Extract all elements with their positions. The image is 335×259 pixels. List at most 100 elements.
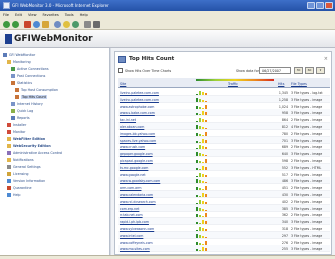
site-link[interactable]: spaces.live.yahoo.com xyxy=(120,139,156,143)
file-types[interactable]: 3 File types - image xyxy=(291,105,322,109)
site-link[interactable]: liveinc.paletee.com.com xyxy=(120,98,159,102)
file-types[interactable]: 2 File types - image xyxy=(291,200,322,204)
site-link[interactable]: www.intel.com xyxy=(120,234,143,238)
file-types[interactable]: 2 File types - image xyxy=(291,118,322,122)
tree-item-general-settings[interactable]: General Settings xyxy=(7,164,41,170)
file-types[interactable]: 2 File types - image xyxy=(291,241,322,245)
home-icon[interactable] xyxy=(42,21,49,28)
tree-item-past-connections[interactable]: Past Connections xyxy=(11,73,45,79)
menu-file[interactable]: File xyxy=(3,13,9,17)
close-icon[interactable]: × xyxy=(324,56,328,62)
file-types[interactable]: 2 File types - image xyxy=(291,145,322,149)
site-link[interactable]: images.bb.yahoo.com xyxy=(120,132,155,136)
minimize-button[interactable] xyxy=(307,2,315,9)
site-link[interactable]: www.calendaria.com xyxy=(120,193,153,197)
file-types[interactable]: 2 File types - image xyxy=(291,159,322,163)
tree-item-websecurity-edition[interactable]: WebSecurity Edition xyxy=(7,143,51,149)
column-site[interactable]: Site xyxy=(120,82,126,86)
tree-item-top-hits-count[interactable]: Top Hits Count xyxy=(15,94,47,100)
tree-item-licensing[interactable]: Licensing xyxy=(7,171,29,177)
tree-item-quarantine[interactable]: Quarantine xyxy=(7,185,32,191)
file-types[interactable]: 3 File types - image xyxy=(291,207,322,211)
back-icon[interactable] xyxy=(3,21,10,28)
file-types[interactable]: 3 File types - image xyxy=(291,152,322,156)
column-file-types[interactable]: File Types xyxy=(291,82,307,86)
file-types[interactable]: 3 File types - image xyxy=(291,179,322,183)
site-link[interactable]: rr.tab.net.com xyxy=(120,213,143,217)
file-types[interactable]: 3 File types - HTML xyxy=(291,166,321,170)
site-link[interactable]: www.s.babe.com.com xyxy=(120,111,155,115)
print-icon[interactable] xyxy=(93,21,100,28)
file-types[interactable]: 2 File types - image xyxy=(291,213,322,217)
tree-item-version-information[interactable]: Version Information xyxy=(7,178,45,184)
column-traffic[interactable]: Traffic xyxy=(228,82,238,86)
close-button[interactable] xyxy=(325,2,333,9)
range-60-button[interactable]: 60 xyxy=(305,67,314,74)
site-link[interactable]: tac.ini.net xyxy=(120,118,136,122)
site-link[interactable]: www.google.net xyxy=(120,173,146,177)
stop-icon[interactable] xyxy=(24,21,31,28)
tree-item-monitoring[interactable]: Monitoring xyxy=(7,59,31,65)
date-field[interactable]: 06/27/2007 xyxy=(259,67,291,74)
menu-edit[interactable]: Edit xyxy=(15,13,22,17)
file-types[interactable]: 3 File types - image xyxy=(291,111,322,115)
site-link[interactable]: rapid.i.ph.ipb.com xyxy=(120,220,149,224)
site-link[interactable]: www.mo.sites.com xyxy=(120,247,150,251)
menu-tools[interactable]: Tools xyxy=(65,13,74,17)
maximize-button[interactable] xyxy=(316,2,324,9)
mail-icon[interactable] xyxy=(84,21,91,28)
site-link[interactable]: tv.mc.google.com xyxy=(120,166,148,170)
site-link[interactable]: arm.com.arm xyxy=(120,186,141,190)
site-link[interactable]: www.coffeyneis.com xyxy=(120,241,153,245)
file-types[interactable]: 2 File types - image xyxy=(291,173,322,177)
file-types[interactable]: 3 File types - image xyxy=(291,234,322,238)
menu-view[interactable]: View xyxy=(28,13,37,17)
site-link[interactable]: www.astrophobe.com xyxy=(120,105,154,109)
tree-item-notifications[interactable]: Notifications xyxy=(7,157,34,163)
tree-item-internet-history[interactable]: Internet History xyxy=(11,101,43,107)
file-types[interactable]: 3 File types - image xyxy=(291,139,322,143)
tree-item-statistics[interactable]: Statistics xyxy=(11,80,32,86)
file-types[interactable]: 2 File types - image xyxy=(291,227,322,231)
table-row[interactable]: www.mo.sites.com 255 3 File types - image xyxy=(118,245,330,253)
show-charts-checkbox[interactable] xyxy=(118,68,123,73)
file-types[interactable]: 3 File types - image xyxy=(291,98,322,102)
tree-item-reports[interactable]: Reports xyxy=(11,115,30,121)
site-link[interactable]: www.rcl.dcsearch.com xyxy=(120,200,156,204)
tree-item-top-host-consumption[interactable]: Top Host Consumption xyxy=(15,87,58,93)
tree-item-administrative-access-control[interactable]: Administrative Access Control xyxy=(7,150,62,156)
favorites-icon[interactable] xyxy=(63,21,70,28)
site-link[interactable]: picapaci.google.com xyxy=(120,159,153,163)
file-types[interactable]: 3 File types - image xyxy=(291,193,322,197)
site-link[interactable]: liveinc.paletee.com.com xyxy=(120,91,159,95)
forward-icon[interactable] xyxy=(12,21,19,28)
file-types[interactable]: 3 File types - image xyxy=(291,220,322,224)
file-types[interactable]: 3 File types - log.txt xyxy=(291,91,323,95)
site-link[interactable]: gepaper.google.com xyxy=(120,152,153,156)
tree-item-help[interactable]: Help xyxy=(7,192,21,198)
traffic-dots xyxy=(212,194,274,195)
tree-item-monitor[interactable]: Monitor xyxy=(7,129,26,135)
refresh-icon[interactable] xyxy=(33,21,40,28)
tree-item-root[interactable]: GFI WebMonitor xyxy=(3,52,35,58)
tree-item-active-connections[interactable]: Active Connections xyxy=(11,66,49,72)
file-types[interactable]: 4 File types - image xyxy=(291,125,322,129)
file-types[interactable]: 2 File types - image xyxy=(291,186,322,190)
site-link[interactable]: www.w.goodsky.com.com xyxy=(120,179,160,183)
column-hits[interactable]: Hits xyxy=(278,82,284,86)
calendar-icon[interactable]: ▾ xyxy=(316,67,325,74)
file-types[interactable]: 2 File types - image xyxy=(291,132,322,136)
site-link[interactable]: com.erp.net xyxy=(120,207,139,211)
range-30-button[interactable]: 30 xyxy=(294,67,303,74)
tree-item-quick-log[interactable]: Quick Log xyxy=(11,108,33,114)
menu-help[interactable]: Help xyxy=(80,13,88,17)
site-link[interactable]: www.crush.com xyxy=(120,145,145,149)
search-icon[interactable] xyxy=(54,21,61,28)
site-link[interactable]: www.sylveasonn.com xyxy=(120,227,154,231)
tree-item-webfilter-edition[interactable]: WebFilter Edition xyxy=(7,136,45,142)
site-link[interactable]: aler.abcan.com xyxy=(120,125,144,129)
file-types[interactable]: 3 File types - image xyxy=(291,247,322,251)
tree-item-installer[interactable]: Installer xyxy=(7,122,26,128)
history-icon[interactable] xyxy=(72,21,79,28)
menu-favorites[interactable]: Favorites xyxy=(43,13,59,17)
